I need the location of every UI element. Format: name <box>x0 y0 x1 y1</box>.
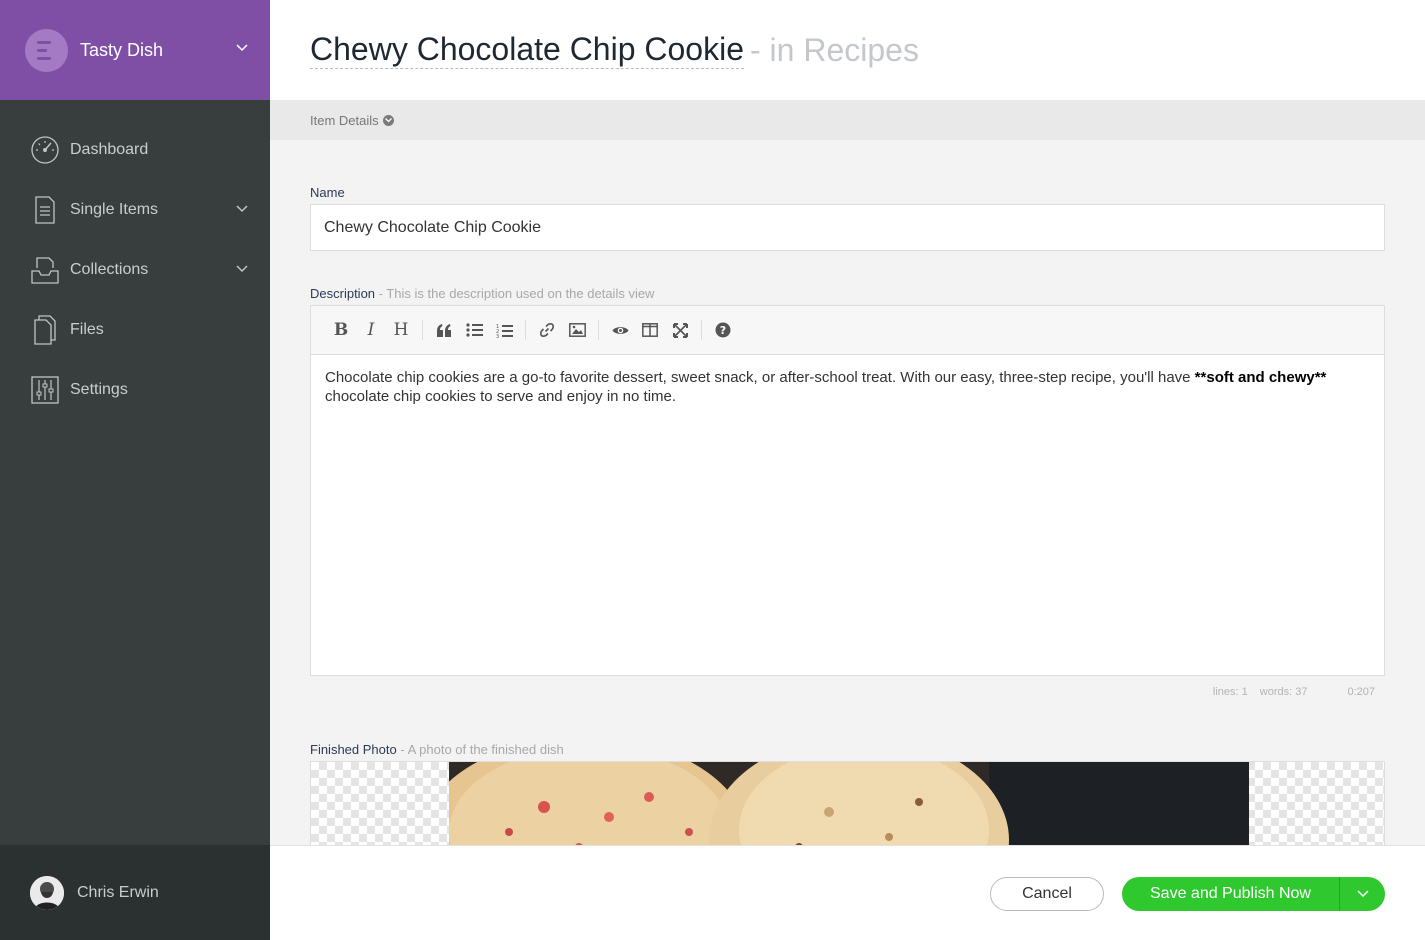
preview-eye-icon[interactable] <box>605 315 635 345</box>
sidebar-item-dashboard[interactable]: Dashboard <box>0 120 270 180</box>
site-switcher[interactable]: Tasty Dish <box>0 0 270 100</box>
chevron-down-icon <box>236 265 248 273</box>
description-text-end: chocolate chip cookies to serve and enjo… <box>325 388 677 405</box>
chevron-down-icon <box>236 44 248 52</box>
description-bold-text: **soft and chewy** <box>1194 369 1327 386</box>
line-count: lines: 1 <box>1212 686 1248 698</box>
site-name: Tasty Dish <box>80 39 164 60</box>
brand-logo-icon <box>25 28 68 72</box>
sidebar-item-label: Collections <box>70 261 149 278</box>
toolbar-divider <box>422 320 423 340</box>
sidebar-item-collections[interactable]: Collections <box>0 240 270 300</box>
publish-button-group: Save and Publish Now <box>1122 877 1385 911</box>
name-field[interactable] <box>310 204 1385 251</box>
sidebar-item-label: Files <box>70 321 104 338</box>
user-menu[interactable]: Chris Erwin <box>0 845 270 940</box>
ordered-list-icon[interactable]: 123 <box>489 315 519 345</box>
page-header: Chewy Chocolate Chip Cookie - in Recipes <box>270 0 1425 100</box>
svg-text:3: 3 <box>496 334 499 338</box>
help-icon[interactable]: ? <box>708 315 738 345</box>
finished-photo-label: Finished Photo - A photo of the finished… <box>310 742 1385 757</box>
markdown-editor: B I H 123 ? Chocolate chip cookies are a… <box>310 305 1385 676</box>
chevron-down-icon <box>1356 890 1369 898</box>
editor-toolbar: B I H 123 ? <box>311 306 1384 355</box>
sidebar-item-files[interactable]: Files <box>0 300 270 360</box>
side-by-side-icon[interactable] <box>635 315 665 345</box>
finished-photo-help-text: - A photo of the finished dish <box>400 742 564 757</box>
svg-text:?: ? <box>720 324 726 337</box>
sidebar-item-settings[interactable]: Settings <box>0 360 270 420</box>
inbox-tray-icon <box>30 255 60 285</box>
sidebar-item-label: Single Items <box>70 201 159 218</box>
sidebar-item-label: Dashboard <box>70 141 149 158</box>
description-help-text: - This is the description used on the de… <box>378 286 655 301</box>
image-icon[interactable] <box>562 315 592 345</box>
word-count: words: 37 <box>1259 686 1308 698</box>
finished-photo-label-text: Finished Photo <box>310 742 397 757</box>
action-footer: Cancel Save and Publish Now <box>270 845 1425 940</box>
chevron-down-icon <box>236 205 248 213</box>
toolbar-divider <box>701 320 702 340</box>
sidebar-item-label: Settings <box>70 381 128 398</box>
toolbar-divider <box>525 320 526 340</box>
page-title-context: - in Recipes <box>750 31 919 68</box>
sidebar: Tasty Dish Dashboard Single Items Collec… <box>0 0 270 940</box>
item-details-toggle[interactable]: Item Details <box>270 100 1425 140</box>
sidebar-nav: Dashboard Single Items Collections Files <box>0 100 270 420</box>
publish-options-dropdown[interactable] <box>1339 877 1385 911</box>
save-and-publish-button[interactable]: Save and Publish Now <box>1122 877 1339 911</box>
cursor-position: 0:207 <box>1347 686 1375 698</box>
description-text: Chocolate chip cookies are a go-to favor… <box>325 369 1195 386</box>
main-content: Chewy Chocolate Chip Cookie - in Recipes… <box>270 0 1425 940</box>
document-icon <box>30 195 60 225</box>
heading-icon[interactable]: H <box>386 315 416 345</box>
page-title[interactable]: Chewy Chocolate Chip Cookie <box>310 31 744 69</box>
toolbar-divider <box>598 320 599 340</box>
editor-statusbar: lines: 1 words: 37 0:207 <box>310 676 1385 708</box>
files-icon <box>30 315 60 345</box>
chevron-down-circle-icon <box>382 114 394 126</box>
user-name: Chris Erwin <box>77 883 159 901</box>
dashboard-gauge-icon <box>30 135 60 165</box>
bold-icon[interactable]: B <box>326 315 356 345</box>
sliders-icon <box>30 375 60 405</box>
cancel-button[interactable]: Cancel <box>990 877 1104 911</box>
name-label: Name <box>310 185 345 200</box>
sidebar-item-single-items[interactable]: Single Items <box>0 180 270 240</box>
fullscreen-icon[interactable] <box>665 315 695 345</box>
avatar <box>30 875 64 910</box>
description-textarea[interactable]: Chocolate chip cookies are a go-to favor… <box>311 355 1384 675</box>
description-label-text: Description <box>310 286 376 301</box>
item-details-label: Item Details <box>310 112 379 128</box>
quote-icon[interactable] <box>429 315 459 345</box>
description-label: Description - This is the description us… <box>310 286 1385 301</box>
italic-icon[interactable]: I <box>356 315 386 345</box>
unordered-list-icon[interactable] <box>459 315 489 345</box>
link-icon[interactable] <box>532 315 562 345</box>
